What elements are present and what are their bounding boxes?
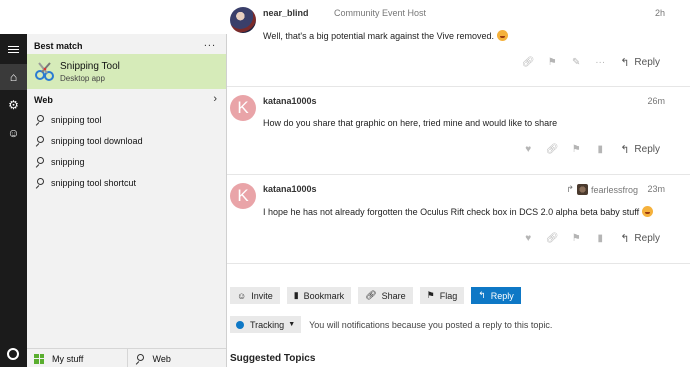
post: K katana1000s ↱ fearlessfrog 23m I hope … (227, 176, 690, 261)
reply-icon: ↰ (620, 232, 630, 245)
app-name: Snipping Tool (60, 61, 120, 72)
invite-button[interactable]: ☺ Invite (230, 287, 280, 304)
reply-icon: ↰ (478, 290, 486, 300)
avatar[interactable] (230, 7, 256, 33)
best-match-result[interactable]: Snipping Tool Desktop app (27, 54, 226, 89)
bookmark-icon[interactable]: ▮ (588, 233, 612, 244)
post-author[interactable]: katana1000s (263, 184, 317, 194)
post-body: How do you share that graphic on here, t… (263, 118, 558, 128)
avatar[interactable]: K (230, 95, 256, 121)
topic-toolbar: ☺ Invite ▮ Bookmark 🔗︎ Share ⚑ Flag ↰ Reply (230, 287, 521, 304)
menu-icon[interactable] (0, 36, 27, 62)
flag-button[interactable]: ⚑ Flag (419, 287, 465, 304)
reply-arrow-icon: ↱ (566, 184, 574, 194)
search-icon (35, 157, 45, 168)
flag-icon[interactable]: ⚑ (540, 57, 564, 68)
web-header: Web (34, 95, 53, 105)
bookmark-icon: ▮ (293, 290, 299, 300)
reply-icon: ↰ (620, 56, 630, 69)
post-time[interactable]: 2h (655, 8, 665, 18)
tracking-dropdown[interactable]: Tracking ▼ (230, 316, 302, 333)
reply-button[interactable]: ↰ Reply (620, 56, 660, 69)
bookmark-button[interactable]: ▮ Bookmark (286, 287, 352, 304)
post: near_blind Community Event Host 2h Well,… (227, 0, 690, 80)
search-results-panel: Best match ... Snipping Tool Desktop app… (27, 34, 227, 367)
best-match-header: Best match (34, 41, 83, 51)
search-icon (35, 115, 45, 126)
tracking-dot-icon (236, 320, 244, 329)
more-icon[interactable]: ··· (588, 57, 612, 68)
search-icon (35, 136, 45, 147)
app-type: Desktop app (60, 74, 105, 83)
grin-emoji-icon (642, 206, 654, 217)
users-icon: ☺ (237, 290, 247, 301)
grin-emoji-icon (497, 30, 509, 41)
feedback-icon[interactable]: ☺ (0, 120, 27, 146)
bookmark-icon[interactable]: ▮ (588, 144, 612, 155)
search-scope-tabs: My stuff Web (27, 348, 226, 367)
reply-button[interactable]: ↰ Reply (620, 143, 660, 156)
web-suggestion[interactable]: snipping tool (27, 110, 226, 130)
web-suggestion[interactable]: snipping (27, 152, 226, 172)
reply-topic-button[interactable]: ↰ Reply (471, 287, 521, 304)
reply-to-indicator[interactable]: ↱ fearlessfrog (566, 184, 638, 195)
post-author-role: Community Event Host (334, 8, 427, 18)
flag-icon: ⚑ (426, 290, 435, 300)
tracking-note: You will notifications because you poste… (309, 319, 553, 330)
avatar (576, 184, 588, 195)
caret-down-icon: ▼ (288, 321, 296, 328)
post-body: I hope he has not already forgotten the … (263, 206, 654, 217)
link-icon[interactable]: 🔗︎ (540, 144, 564, 155)
cortana-circle-icon[interactable] (7, 348, 19, 360)
link-icon[interactable]: 🔗︎ (540, 233, 564, 244)
post-author[interactable]: near_blind (263, 8, 309, 18)
link-icon: 🔗︎ (365, 290, 377, 300)
web-suggestion[interactable]: snipping tool download (27, 131, 226, 151)
divider (227, 86, 690, 87)
chevron-right-icon[interactable]: › (213, 93, 217, 105)
forum-thread: near_blind Community Event Host 2h Well,… (227, 0, 690, 367)
share-button[interactable]: 🔗︎ Share (358, 287, 413, 304)
flag-icon[interactable]: ⚑ (564, 233, 588, 244)
heart-icon[interactable]: ♥ (516, 233, 540, 244)
post-time[interactable]: 26m (647, 96, 665, 106)
search-icon (35, 178, 45, 189)
web-suggestion[interactable]: snipping tool shortcut (27, 173, 226, 193)
edit-icon[interactable]: ✎ (564, 57, 588, 68)
post-actions: 🔗︎ ⚑ ✎ ··· ↰ Reply (516, 55, 660, 69)
post-author[interactable]: katana1000s (263, 96, 317, 106)
link-icon[interactable]: 🔗︎ (516, 57, 540, 68)
flag-icon[interactable]: ⚑ (564, 144, 588, 155)
post: K katana1000s 26m How do you share that … (227, 88, 690, 173)
post-actions: ♥ 🔗︎ ⚑ ▮ ↰ Reply (516, 142, 660, 156)
divider (227, 263, 690, 264)
post-body: Well, that's a big potential mark agains… (263, 30, 509, 41)
scissors-icon (35, 62, 54, 81)
windows-logo-icon (34, 353, 44, 364)
notification-tracking: Tracking ▼ You will notifications because… (230, 316, 552, 333)
home-icon[interactable]: ⌂ (0, 64, 27, 90)
gear-icon[interactable]: ⚙ (0, 92, 27, 118)
post-time[interactable]: 23m (647, 184, 665, 194)
avatar[interactable]: K (230, 183, 256, 209)
reply-icon: ↰ (620, 143, 630, 156)
post-actions: ♥ 🔗︎ ⚑ ▮ ↰ Reply (516, 231, 660, 245)
more-options-icon[interactable]: ... (204, 37, 216, 49)
suggested-topics-heading: Suggested Topics (230, 353, 316, 364)
start-rail: ⌂ ⚙ ☺ (0, 34, 27, 367)
heart-icon[interactable]: ♥ (516, 144, 540, 155)
divider (227, 174, 690, 175)
search-icon (135, 353, 145, 365)
tab-my-stuff[interactable]: My stuff (27, 349, 127, 367)
reply-button[interactable]: ↰ Reply (620, 232, 660, 245)
tab-web[interactable]: Web (126, 349, 227, 367)
